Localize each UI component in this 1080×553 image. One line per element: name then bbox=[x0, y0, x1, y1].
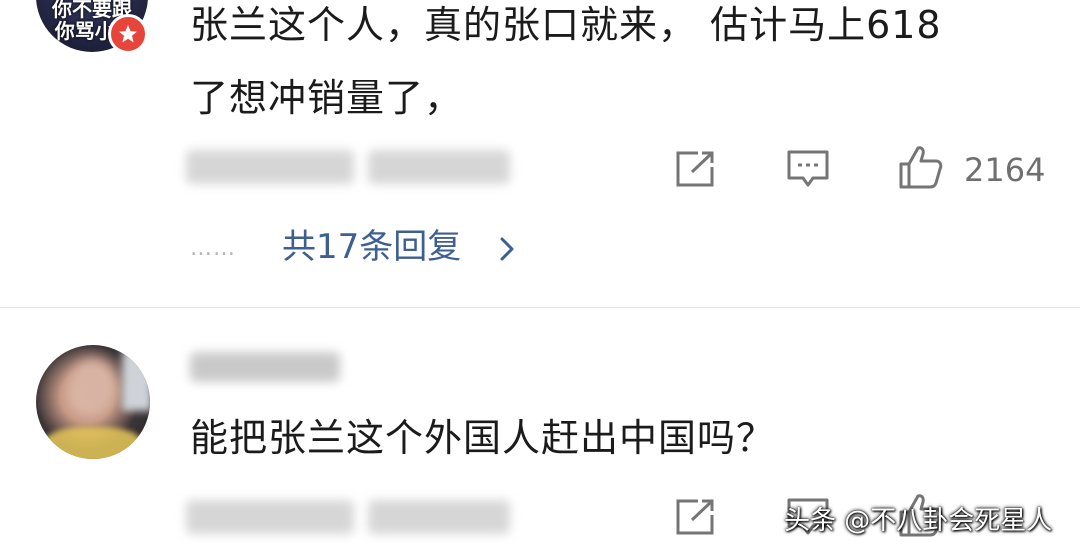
comment-meta-blurred bbox=[186, 500, 354, 534]
chevron-right-icon[interactable] bbox=[498, 236, 516, 266]
comment-text-line: 了想冲销量了， bbox=[190, 76, 464, 120]
comment-body: 能把张兰这个外国人赶出中国吗？ bbox=[190, 402, 775, 475]
comment-meta-blurred bbox=[368, 150, 510, 184]
share-icon[interactable] bbox=[672, 148, 718, 190]
comment-text-line: 能把张兰这个外国人赶出中国吗？ bbox=[190, 416, 776, 460]
username-blurred[interactable] bbox=[190, 352, 340, 382]
comment-icon[interactable] bbox=[784, 148, 832, 190]
comment-meta-blurred bbox=[186, 150, 354, 184]
thumbs-up-icon[interactable] bbox=[896, 142, 946, 192]
comment-list: 你不要跟 你骂小S 张兰这个人，真的张口就来， 估计马上618 了想冲销量了， bbox=[0, 0, 1080, 553]
avatar[interactable] bbox=[36, 345, 150, 459]
watermark: 头条 @不八卦会死星人 bbox=[784, 506, 1053, 536]
comment-text-line: 张兰这个人，真的张口就来， 估计马上618 bbox=[190, 3, 942, 47]
view-replies-link[interactable]: 共17条回复 bbox=[282, 222, 461, 272]
reply-dots: …… bbox=[190, 236, 236, 261]
like-count: 2164 bbox=[964, 151, 1046, 189]
comment-body: 张兰这个人，真的张口就来， 估计马上618 了想冲销量了， bbox=[190, 0, 942, 135]
divider bbox=[0, 307, 1080, 308]
star-badge-icon bbox=[108, 14, 148, 54]
share-icon[interactable] bbox=[672, 496, 718, 538]
comment-meta-blurred bbox=[368, 500, 510, 534]
